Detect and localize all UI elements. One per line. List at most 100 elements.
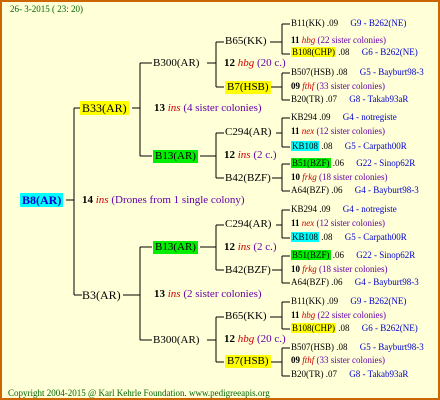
mating-number: 10 [291,172,303,182]
gen5-mating-row: 11 hbg (22 sister colonies) [291,35,386,46]
gen5-ancestor-row: KB108 .08 G5 - Carpath00R [291,141,407,152]
mating-number: 11 [291,218,302,228]
mating-station: hbg [301,35,318,45]
gen5-mating-row: 09 fthf (33 sister colonies) [291,355,385,366]
ancestor-name: A64(BZF) [291,185,329,195]
ancestor-origin: G5 - Carpath00R [344,141,407,151]
gen5-ancestor-row: B11(KK) .09 G9 - B262(NE) [291,18,406,29]
gen3-info-4: 12 hbg (20 c.) [224,333,286,345]
node-b300-top: B300(AR) [153,57,200,69]
gen5-ancestor-row: B11(KK) .09 G9 - B262(NE) [291,296,406,307]
gen5-mating-row: 09 fthf (33 sister colonies) [291,81,385,92]
mating-number: 09 [291,81,303,91]
ancestor-value: .08 [334,342,350,352]
gen5-mating-row: 11 hbg (22 sister colonies) [291,310,386,321]
ancestor-value: .07 [323,369,340,379]
gen5-ancestor-row: B20(TR) .07 G8 - Takab93aR [291,94,408,105]
mating-number: 09 [291,355,303,365]
gen5-ancestor-row: A64(BZF) .06 G4 - Bayburt98-3 [291,277,419,288]
node-b42-bottom: B42(BZF) [225,264,271,276]
gen2-top-info: 13 ins (4 sister colonies) [154,102,262,114]
node-b65-top: B65(KK) [225,35,267,47]
node-b33: B33(AR) [80,101,129,115]
ancestor-value: .08 [334,67,350,77]
gen5-mating-row: 11 nex (12 sister colonies) [291,218,385,229]
root-node: B8(AR) [20,193,64,207]
gen5-ancestor-row: KB294 .09 G4 - notregiste [291,112,397,123]
mating-colonies: (12 sister colonies) [316,126,385,136]
ancestor-name: KB294 [291,112,318,122]
ancestor-origin: G5 - Bayburt98-3 [359,67,424,77]
ancestor-name: B20(TR) [291,94,324,104]
gen3-info-3: 12 ins (2 c.) [224,241,277,253]
ancestor-name: B51(BZF) [291,250,331,260]
ancestor-origin: G6 - B262(NE) [361,323,418,333]
ancestor-name: KB108 [291,141,320,151]
gen5-ancestor-row: B507(HSB) .08 G5 - Bayburt98-3 [291,342,424,353]
gen5-mating-row: 11 nex (12 sister colonies) [291,126,385,137]
gen5-ancestor-row: KB108 .08 G5 - Carpath00R [291,232,407,243]
ancestor-origin: G5 - Carpath00R [344,232,407,242]
gen5-ancestor-row: A64(BZF) .06 G4 - Bayburt98-3 [291,185,419,196]
ancestor-value: .08 [319,232,335,242]
mating-colonies: (18 sister colonies) [319,264,388,274]
ancestor-value: .09 [317,112,333,122]
mating-colonies: (22 sister colonies) [317,310,386,320]
ancestor-origin: G9 - B262(NE) [350,18,407,28]
ancestor-origin: G22 - Sinop62R [356,158,416,168]
ancestor-origin: G22 - Sinop62R [356,250,416,260]
node-b300-bottom: B300(AR) [153,334,200,346]
ancestor-value: .08 [319,141,335,151]
mating-station: nex [301,218,317,228]
gen5-ancestor-row: B51(BZF) .06 G22 - Sinop62R [291,158,415,169]
mating-station: nex [301,126,317,136]
mating-station: fthf [302,81,317,91]
gen3-info-2: 12 ins (2 c.) [224,149,277,161]
ancestor-value: .09 [317,204,333,214]
mating-station: frkg [302,172,319,182]
mating-station: frkg [302,264,319,274]
ancestor-origin: G9 - B262(NE) [350,296,407,306]
gen5-mating-row: 10 frkg (18 sister colonies) [291,264,387,275]
ancestor-origin: G5 - Bayburt98-3 [359,342,424,352]
ancestor-name: KB108 [291,232,320,242]
ancestor-name: B108(CHP) [291,47,337,57]
ancestor-value: .06 [330,250,347,260]
gen5-ancestor-row: B51(BZF) .06 G22 - Sinop62R [291,250,415,261]
ancestor-value: .09 [324,296,341,306]
node-b13-bottom: B13(AR) [153,241,198,254]
gen3-info-1: 12 hbg (20 c.) [224,57,286,69]
mating-colonies: (12 sister colonies) [316,218,385,228]
ancestor-origin: G6 - B262(NE) [361,47,418,57]
gen5-ancestor-row: B507(HSB) .08 G5 - Bayburt98-3 [291,67,424,78]
mating-colonies: (18 sister colonies) [319,172,388,182]
mating-number: 11 [291,126,302,136]
ancestor-name: B108(CHP) [291,323,337,333]
ancestor-value: .06 [329,277,345,287]
gen5-ancestor-row: B20(TR) .07 G8 - Takab93aR [291,369,408,380]
ancestor-value: .08 [336,47,352,57]
node-c294-top: C294(AR) [225,126,272,138]
node-b42-top: B42(BZF) [225,172,271,184]
ancestor-origin: G8 - Takab93aR [349,369,409,379]
mating-colonies: (22 sister colonies) [317,35,386,45]
footer-copyright: Copyright 2004-2015 @ Karl Kehrle Founda… [8,388,270,398]
node-b13-top: B13(AR) [153,150,198,163]
mating-station: fthf [302,355,317,365]
ancestor-name: B11(KK) [291,18,325,28]
mating-station: hbg [301,310,318,320]
ancestor-origin: G4 - Bayburt98-3 [354,185,419,195]
ancestor-origin: G4 - notregiste [342,204,397,214]
root-info: 14 ins (Drones from 1 single colony) [82,194,245,206]
header-date: 26- 3-2015 ( 23: 20) [10,4,83,14]
ancestor-name: B20(TR) [291,369,324,379]
ancestor-name: B507(HSB) [291,342,335,352]
node-b3: B3(AR) [82,288,121,302]
gen5-mating-row: 10 frkg (18 sister colonies) [291,172,387,183]
node-b7-bottom: B7(HSB) [225,355,271,368]
gen5-ancestor-row: B108(CHP) .08 G6 - B262(NE) [291,323,418,334]
node-b65-bottom: B65(KK) [225,310,267,322]
node-b7-top: B7(HSB) [225,81,271,94]
mating-number: 10 [291,264,303,274]
gen5-ancestor-row: KB294 .09 G4 - notregiste [291,204,397,215]
